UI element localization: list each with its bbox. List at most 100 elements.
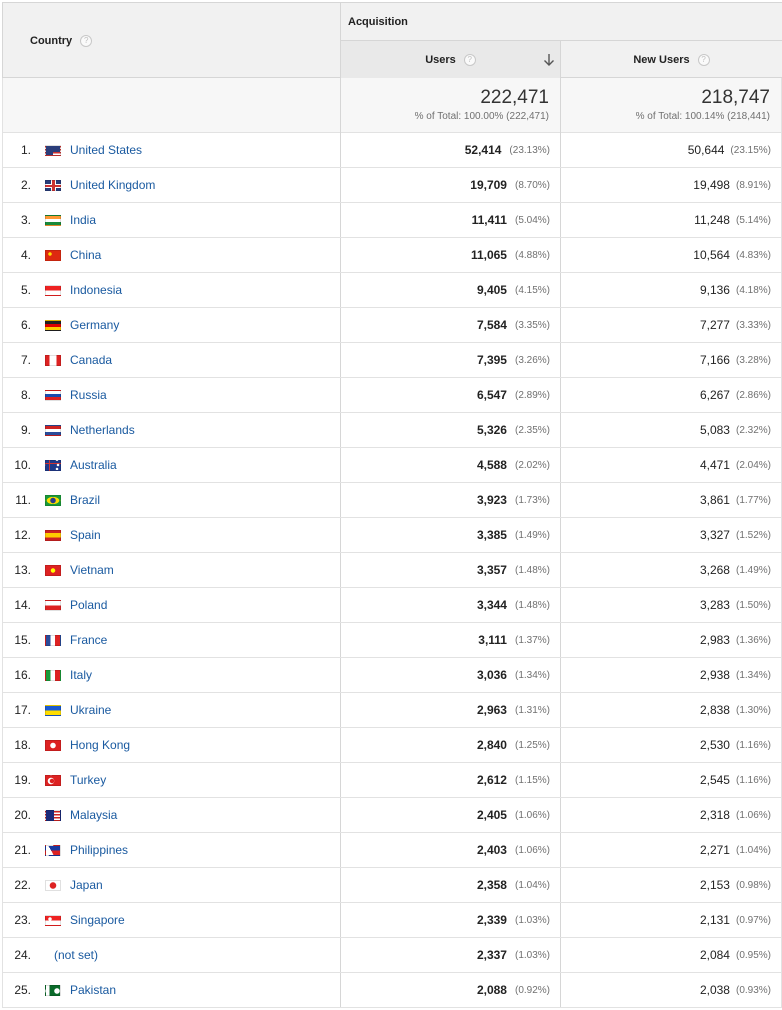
new-users-cell: 7,277 (3.33%) [561, 308, 782, 342]
table-row: 15. France 3,111 (1.37%) 2,983 (1.36%) [2, 623, 782, 658]
users-value: 7,584 [476, 318, 507, 332]
country-link[interactable]: Brazil [70, 493, 100, 507]
users-percent: (1.06%) [514, 809, 550, 821]
sort-descending-icon[interactable] [543, 53, 555, 67]
country-link[interactable]: Vietnam [70, 563, 114, 577]
help-icon[interactable]: ? [463, 53, 476, 66]
help-icon[interactable]: ? [80, 34, 93, 47]
country-link[interactable]: France [70, 633, 107, 647]
uk-flag-icon [45, 179, 61, 191]
new-users-cell: 2,084 (0.95%) [561, 938, 782, 972]
country-link[interactable]: (not set) [54, 948, 98, 962]
new-users-value: 2,318 [699, 808, 730, 822]
table-header: Country ? Acquisition Users ? New Users … [2, 2, 782, 78]
users-cell: 3,385 (1.49%) [341, 518, 561, 552]
country-link[interactable]: Poland [70, 598, 107, 612]
new-users-percent: (0.95%) [735, 949, 771, 961]
users-cell: 9,405 (4.15%) [341, 273, 561, 307]
new-users-cell: 2,131 (0.97%) [561, 903, 782, 937]
new-users-value: 2,530 [699, 738, 730, 752]
germany-flag-icon [45, 319, 61, 331]
row-index: 15. [14, 633, 31, 647]
country-link[interactable]: Philippines [70, 843, 128, 857]
users-percent: (1.25%) [514, 739, 550, 751]
country-link[interactable]: Italy [70, 668, 92, 682]
country-cell: 6. Germany [2, 308, 341, 342]
new-users-value: 5,083 [699, 423, 730, 437]
users-value: 3,344 [476, 598, 507, 612]
table-row: 6. Germany 7,584 (3.35%) 7,277 (3.33%) [2, 308, 782, 343]
new-users-percent: (0.97%) [735, 914, 771, 926]
new-users-percent: (8.91%) [735, 179, 771, 191]
row-index: 23. [14, 913, 31, 927]
country-link[interactable]: Turkey [70, 773, 106, 787]
new-users-cell: 2,271 (1.04%) [561, 833, 782, 867]
country-link[interactable]: Spain [70, 528, 101, 542]
country-link[interactable]: Singapore [70, 913, 125, 927]
country-link[interactable]: Russia [70, 388, 107, 402]
country-link[interactable]: Pakistan [70, 983, 116, 997]
users-value: 6,547 [476, 388, 507, 402]
new-users-cell: 2,838 (1.30%) [561, 693, 782, 727]
users-value: 7,395 [476, 353, 507, 367]
country-link[interactable]: United Kingdom [70, 178, 155, 192]
country-link[interactable]: China [70, 248, 101, 262]
country-link[interactable]: Germany [70, 318, 119, 332]
new-users-percent: (2.32%) [735, 424, 771, 436]
users-percent: (2.02%) [514, 459, 550, 471]
new-users-cell: 10,564 (4.83%) [561, 238, 782, 272]
new-users-percent: (5.14%) [735, 214, 771, 226]
country-link[interactable]: Hong Kong [70, 738, 130, 752]
table-row: 10. Australia 4,588 (2.02%) 4,471 (2.04%) [2, 448, 782, 483]
new-users-value: 2,938 [699, 668, 730, 682]
country-link[interactable]: Japan [70, 878, 103, 892]
new-users-percent: (1.77%) [735, 494, 771, 506]
country-link[interactable]: Canada [70, 353, 112, 367]
users-cell: 52,414 (23.13%) [341, 133, 561, 167]
new-users-percent: (1.50%) [735, 599, 771, 611]
country-cell: 1. United States [2, 133, 341, 167]
row-index: 1. [20, 143, 31, 157]
new-users-cell: 2,983 (1.36%) [561, 623, 782, 657]
new-users-value: 7,166 [699, 353, 730, 367]
new-users-value: 6,267 [699, 388, 730, 402]
country-link[interactable]: Malaysia [70, 808, 117, 822]
row-index: 11. [15, 493, 31, 507]
country-link[interactable]: United States [70, 143, 142, 157]
country-link[interactable]: Indonesia [70, 283, 122, 297]
users-value: 2,337 [476, 948, 507, 962]
table-row: 2. United Kingdom 19,709 (8.70%) 19,498 (8.91… [2, 168, 782, 203]
country-link[interactable]: India [70, 213, 96, 227]
indonesia-flag-icon [45, 284, 61, 296]
new-users-header-label: New Users [633, 53, 690, 66]
users-percent: (8.70%) [514, 179, 550, 191]
new-users-cell: 2,530 (1.16%) [561, 728, 782, 762]
column-header-country[interactable]: Country ? [2, 3, 341, 78]
china-flag-icon [45, 249, 61, 261]
column-header-users[interactable]: Users ? [341, 41, 561, 78]
country-link[interactable]: Netherlands [70, 423, 135, 437]
row-index: 2. [20, 178, 31, 192]
new-users-value: 10,564 [693, 248, 730, 262]
new-users-value: 2,271 [699, 843, 730, 857]
new-users-value: 2,084 [699, 948, 730, 962]
help-icon[interactable]: ? [697, 53, 710, 66]
country-cell: 16. Italy [2, 658, 341, 692]
users-percent: (4.15%) [514, 284, 550, 296]
new-users-cell: 6,267 (2.86%) [561, 378, 782, 412]
table-body: 1. United States 52,414 (23.13%) 50,644 (23.1… [2, 133, 782, 1008]
new-users-percent: (1.04%) [735, 844, 771, 856]
country-link[interactable]: Australia [70, 458, 117, 472]
column-header-new-users[interactable]: New Users ? [561, 41, 782, 78]
new-users-cell: 50,644 (23.15%) [561, 133, 782, 167]
users-cell: 3,344 (1.48%) [341, 588, 561, 622]
new-users-percent: (2.86%) [735, 389, 771, 401]
new-users-cell: 5,083 (2.32%) [561, 413, 782, 447]
new-users-value: 9,136 [699, 283, 730, 297]
country-cell: 23. Singapore [2, 903, 341, 937]
total-new-users-value: 218,747 [701, 87, 770, 108]
users-value: 2,358 [476, 878, 507, 892]
table-row: 22. Japan 2,358 (1.04%) 2,153 (0.98%) [2, 868, 782, 903]
country-link[interactable]: Ukraine [70, 703, 111, 717]
users-value: 2,339 [476, 913, 507, 927]
